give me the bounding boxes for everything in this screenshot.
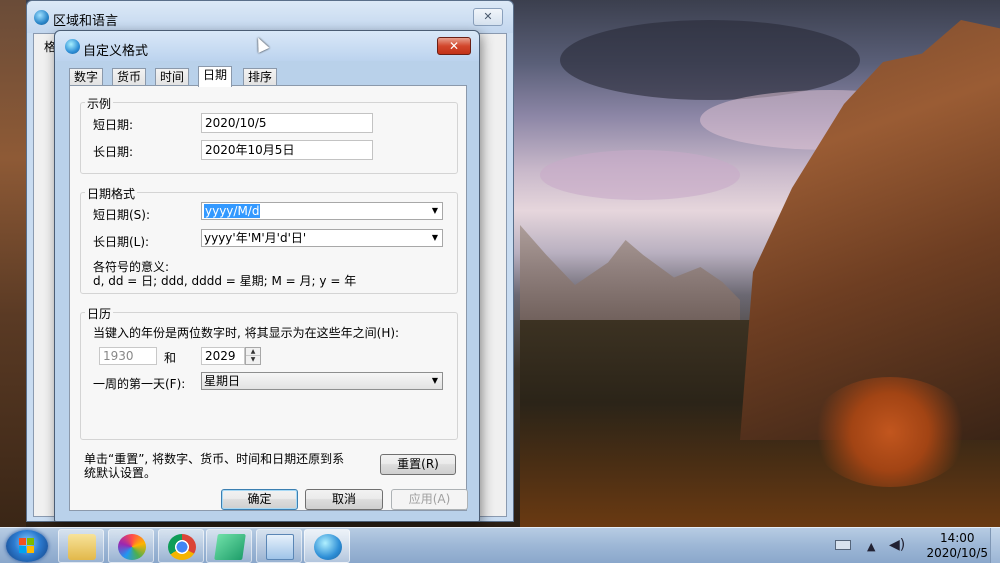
region-language-close-button[interactable]: ✕ — [473, 8, 503, 26]
taskbar-chrome[interactable] — [158, 529, 204, 563]
short-date-format-value[interactable]: yyyy/M/d — [204, 204, 261, 218]
show-desktop-button[interactable] — [990, 528, 1000, 563]
date-format-group: 日期格式 短日期(S): yyyy/M/d ▼ 长日期(L): yyyy'年'M… — [80, 185, 458, 294]
taskbar-clock[interactable]: 14:00 2020/10/5 — [926, 531, 988, 561]
example-short-date-label: 短日期: — [93, 118, 134, 132]
reset-button[interactable]: 重置(R) — [380, 454, 456, 475]
example-group: 示例 短日期: 2020/10/5 长日期: 2020年10月5日 — [80, 95, 458, 174]
chrome-icon — [168, 534, 196, 560]
file-explorer-icon — [68, 534, 96, 560]
globe-icon — [34, 10, 49, 25]
taskbar-file-explorer[interactable] — [58, 529, 104, 563]
spin-down-icon[interactable]: ▼ — [246, 356, 260, 364]
clock-time: 14:00 — [939, 531, 975, 545]
dropdown-arrow-icon[interactable]: ▼ — [432, 203, 438, 219]
start-button[interactable] — [6, 530, 48, 562]
year-to-field[interactable]: 2029 — [201, 347, 245, 365]
autumn-foliage — [810, 377, 970, 487]
symbol-meaning-text: d, dd = 日; ddd, dddd = 星期; M = 月; y = 年 — [93, 274, 357, 288]
first-day-value[interactable]: 星期日 — [204, 374, 240, 388]
desktop-left-edge — [0, 0, 26, 527]
dialog-title: 自定义格式 — [83, 44, 149, 59]
pinwheel-app-icon — [118, 534, 146, 560]
year-from-field: 1930 — [99, 347, 157, 365]
example-group-label: 示例 — [85, 95, 114, 112]
tab-date[interactable]: 日期 — [198, 66, 233, 87]
clock-date: 2020/10/5 — [926, 546, 988, 560]
first-day-label: 一周的第一天(F): — [93, 377, 186, 391]
taskbar-pinwheel-app[interactable] — [108, 529, 154, 563]
date-tab-panel: 示例 短日期: 2020/10/5 长日期: 2020年10月5日 日期格式 短… — [69, 85, 467, 511]
tab-number[interactable]: 数字 — [69, 68, 104, 86]
short-date-format-combo[interactable]: yyyy/M/d ▼ — [201, 202, 443, 220]
system-tray: ▲ ◀) 14:00 2020/10/5 — [825, 528, 1000, 563]
show-hidden-icons-icon[interactable]: ▲ — [867, 540, 875, 553]
taskbar-region-language[interactable] — [304, 529, 350, 563]
and-label: 和 — [164, 351, 177, 365]
ok-button[interactable]: 确定 — [221, 489, 298, 510]
taskbar-control-panel[interactable] — [256, 529, 302, 563]
region-language-title: 区域和语言 — [53, 14, 119, 29]
dropdown-arrow-icon[interactable]: ▼ — [432, 230, 438, 246]
date-format-group-label: 日期格式 — [85, 185, 138, 202]
custom-format-dialog: 自定义格式 ✕ 数字 货币 时间 日期 排序 示例 短日期: 2020/10/5… — [54, 30, 480, 522]
example-short-date-value: 2020/10/5 — [201, 113, 373, 133]
calendar-group-label: 日历 — [85, 305, 114, 322]
taskbar-notebook[interactable] — [206, 529, 252, 563]
tab-time[interactable]: 时间 — [155, 68, 190, 86]
dropdown-arrow-icon[interactable]: ▼ — [432, 373, 438, 389]
short-date-format-label: 短日期(S): — [93, 208, 151, 222]
spin-up-icon[interactable]: ▲ — [246, 348, 260, 356]
year-to-spinner[interactable]: ▲ ▼ — [245, 347, 261, 365]
long-date-format-value[interactable]: yyyy'年'M'月'd'日' — [204, 231, 306, 245]
tab-currency[interactable]: 货币 — [112, 68, 147, 86]
region-language-icon — [314, 534, 342, 560]
two-digit-year-text: 当键入的年份是两位数字时, 将其显示为在这些年之间(H): — [93, 326, 400, 340]
first-day-combo[interactable]: 星期日 ▼ — [201, 372, 443, 390]
control-panel-icon — [266, 534, 294, 560]
cloud — [560, 20, 860, 100]
apply-button[interactable]: 应用(A) — [391, 489, 468, 510]
calendar-group: 日历 当键入的年份是两位数字时, 将其显示为在这些年之间(H): 1930 和 … — [80, 305, 458, 440]
globe-icon — [65, 39, 80, 54]
taskbar: ▲ ◀) 14:00 2020/10/5 — [0, 527, 1000, 563]
long-date-format-label: 长日期(L): — [93, 235, 150, 249]
windows-logo-icon — [19, 538, 35, 554]
long-date-format-combo[interactable]: yyyy'年'M'月'd'日' ▼ — [201, 229, 443, 247]
reset-description: 单击“重置”, 将数字、货币、时间和日期还原到系 统默认设置。 — [84, 452, 344, 480]
example-long-date-value: 2020年10月5日 — [201, 140, 373, 160]
cloud — [540, 150, 740, 200]
close-button[interactable]: ✕ — [437, 37, 471, 55]
cancel-button[interactable]: 取消 — [305, 489, 383, 510]
volume-icon[interactable]: ◀) — [889, 537, 905, 553]
tab-sort[interactable]: 排序 — [243, 68, 278, 86]
region-language-titlebar[interactable]: 区域和语言 ✕ — [27, 1, 513, 33]
notebook-icon — [214, 534, 246, 560]
example-long-date-label: 长日期: — [93, 145, 134, 159]
reset-description-line2: 统默认设置。 — [84, 466, 157, 480]
keyboard-icon[interactable] — [835, 540, 851, 550]
reset-description-line1: 单击“重置”, 将数字、货币、时间和日期还原到系 — [84, 452, 345, 466]
